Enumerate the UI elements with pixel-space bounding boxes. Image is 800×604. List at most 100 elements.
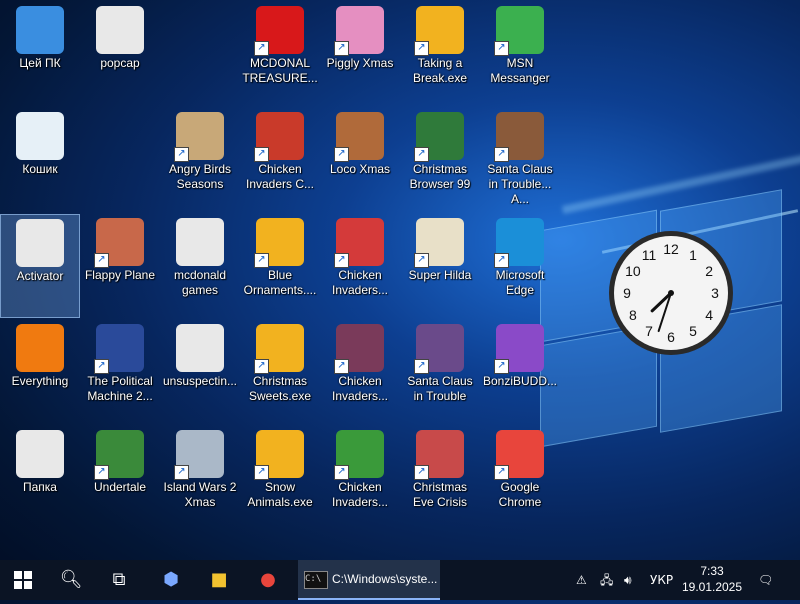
language-indicator[interactable]: УКР [650,560,673,600]
shortcut-arrow-icon: ↗ [494,41,509,56]
windows-start-icon[interactable] [0,560,46,600]
desktop-icon-label: Santa Claus in Trouble... A... [487,162,553,206]
desktop-icon[interactable]: ↗ Super Hilda [400,214,480,318]
shortcut-arrow-icon: ↗ [414,41,429,56]
desktop-icon[interactable]: ↗ BonziBUDD... [480,320,560,424]
security-warning-icon[interactable]: ⚠ [576,560,587,600]
clock-numeral: 11 [642,247,657,263]
desktop-icon-label: Chicken Invaders... [331,480,389,509]
clock-gadget: 12 12 3 45678 9 1011 [609,231,733,355]
network-icon[interactable]: 🖧︎ [600,560,613,600]
desktop-icon[interactable]: ↗ Santa Claus in Trouble [400,320,480,424]
desktop-icon[interactable]: Everything [0,320,80,424]
clock-numeral: 8 [629,307,637,323]
desktop-icon[interactable]: ↗ Christmas Sweets.exe [240,320,320,424]
folder-icon [16,430,64,478]
desktop-icon[interactable]: ↗ The Political Machine 2... [80,320,160,424]
shortcut-arrow-icon: ↗ [334,465,349,480]
msn-messenger-icon: ↗ [494,6,544,56]
desktop-icon[interactable]: ↗ Flappy Plane [80,214,160,318]
chicken-invaders-xmas-icon: ↗ [254,112,304,162]
volume-icon[interactable]: 🔊︎ [624,560,632,600]
clock-datetime[interactable]: 7:33 19.01.2025 [680,563,744,595]
desktop-icon-label: mcdonald games [173,268,227,297]
desktop-icon-label: Undertale [93,480,147,494]
desktop-icon[interactable]: ↗ Chicken Invaders... [320,320,400,424]
shortcut-arrow-icon: ↗ [494,147,509,162]
shortcut-arrow-icon: ↗ [334,147,349,162]
taskbar-time: 7:33 [700,564,724,578]
everything-search-icon [16,324,64,372]
chrome-icon[interactable]: ● [245,560,291,600]
desktop-icon[interactable]: ↗ Island Wars 2 Xmas [160,426,240,530]
mcdonald-games-folder-icon [176,218,224,266]
desktop-icon[interactable]: ↗ Undertale [80,426,160,530]
desktop-icon[interactable]: ↗ Taking a Break.exe [400,2,480,106]
desktop-icon[interactable]: ↗ Piggly Xmas [320,2,400,106]
shortcut-arrow-icon: ↗ [414,465,429,480]
angry-birds-icon: ↗ [174,112,224,162]
desktop-icon[interactable]: ↗ MCDONAL TREASURE... [240,2,320,106]
desktop-icon[interactable]: Activator [0,214,80,318]
puzzle-app-icon: ↗ [414,6,464,56]
desktop-icon[interactable]: ↗ Blue Ornaments.... [240,214,320,318]
desktop-icon[interactable]: Папка [0,426,80,530]
shortcut-arrow-icon: ↗ [414,147,429,162]
desktop-icon[interactable]: unsuspectin... [160,320,240,424]
clock-numeral: 3 [711,285,719,301]
desktop-icon[interactable]: ↗ Christmas Browser 99 [400,108,480,212]
desktop-icon-label: Christmas Eve Crisis [412,480,467,509]
desktop-icon[interactable]: ↗ Chicken Invaders... [320,426,400,530]
desktop-icon[interactable]: ↗ Google Chrome [480,426,560,530]
shortcut-arrow-icon: ↗ [254,465,269,480]
santa-claus-icon: ↗ [494,112,544,162]
desktop-icon-label: Activator [16,269,64,283]
santa-claus-icon: ↗ [414,324,464,374]
taskbar: 🔍︎ ⧉ ⬢ ■ ● C:\ C:\Windows\syste... ⚠ 🖧︎ … [0,560,800,600]
super-hilda-icon: ↗ [414,218,464,268]
clock-numeral: 4 [705,307,713,323]
file-explorer-icon[interactable]: ■ [196,560,242,600]
desktop-icon-label: Taking a Break.exe [412,56,468,85]
desktop-icon[interactable]: ↗ MSN Messanger [480,2,560,106]
notification-center-icon[interactable]: 🗨︎ [758,560,773,600]
desktop-icon-label: popcap [100,56,140,70]
political-machine-icon: ↗ [94,324,144,374]
copilot-icon[interactable]: ⬢ [148,560,194,600]
desktop-icon[interactable]: popcap [80,2,160,106]
taskbar-date: 19.01.2025 [681,580,743,594]
shortcut-arrow-icon: ↗ [254,359,269,374]
shortcut-arrow-icon: ↗ [94,253,109,268]
clock-numeral: 12 [663,241,679,257]
shortcut-arrow-icon: ↗ [174,465,189,480]
loco-xmas-icon: ↗ [334,112,384,162]
desktop-icon-label: Everything [11,374,69,388]
task-view-icon[interactable]: ⧉ [96,560,142,600]
shortcut-arrow-icon: ↗ [94,465,109,480]
shortcut-arrow-icon: ↗ [334,253,349,268]
desktop-icon[interactable]: ↗ Microsoft Edge [480,214,560,318]
desktop-icon[interactable]: Кошик [0,108,80,212]
shortcut-arrow-icon: ↗ [414,253,429,268]
shortcut-arrow-icon: ↗ [414,359,429,374]
desktop-icon-label: Santa Claus in Trouble [407,374,473,403]
piggly-xmas-icon: ↗ [334,6,384,56]
desktop-icon[interactable]: ↗ Chicken Invaders C... [240,108,320,212]
desktop-icon[interactable]: ↗ Christmas Eve Crisis [400,426,480,530]
desktop-icon[interactable]: ↗ Chicken Invaders... [320,214,400,318]
desktop-icon[interactable]: mcdonald games [160,214,240,318]
clock-numeral: 2 [705,263,713,279]
desktop-icon-label: Christmas Sweets.exe [248,374,312,403]
desktop-icon[interactable]: Цей ПК [0,2,80,106]
search-icon[interactable]: 🔍︎ [48,560,94,600]
desktop-icon-label: Loco Xmas [329,162,391,176]
clock-numeral: 7 [645,323,653,339]
desktop-icon[interactable]: ↗ Snow Animals.exe [240,426,320,530]
desktop-icon[interactable]: ↗ Angry Birds Seasons [160,108,240,212]
desktop-icon-label: Island Wars 2 Xmas [163,480,237,509]
undertale-icon: ↗ [94,430,144,480]
desktop-icon[interactable]: ↗ Santa Claus in Trouble... A... [480,108,560,212]
taskbar-window-cmd[interactable]: C:\ C:\Windows\syste... [298,560,440,600]
desktop-icon[interactable]: ↗ Loco Xmas [320,108,400,212]
taskbar-window-title: C:\Windows\syste... [332,572,438,586]
